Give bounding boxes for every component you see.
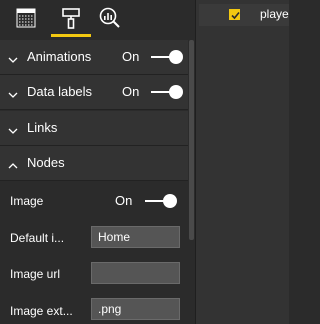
chevron-down-icon — [8, 123, 18, 134]
field-list-item[interactable]: playe — [199, 4, 289, 26]
visualizations-pane: Animations On Data labels On Links Nodes… — [0, 0, 196, 324]
toggle-state-label: On — [122, 49, 140, 64]
fields-icon — [15, 7, 37, 29]
section-label: Animations — [27, 49, 92, 64]
default-image-label: Default i... — [10, 231, 65, 245]
pane-scrollbar[interactable] — [188, 38, 195, 324]
toggle-state-label: On — [115, 193, 133, 208]
section-links[interactable]: Links — [0, 111, 188, 146]
section-label: Nodes — [27, 155, 65, 170]
checkbox-checked-icon[interactable] — [229, 9, 240, 20]
image-url-label: Image url — [10, 267, 61, 281]
chevron-down-icon — [8, 52, 18, 63]
analytics-icon — [98, 6, 122, 30]
format-paint-icon — [60, 7, 82, 29]
image-url-field[interactable] — [91, 262, 180, 284]
image-extension-label: Image ext... — [10, 304, 73, 318]
toggle-state-label: On — [122, 84, 140, 99]
section-nodes[interactable]: Nodes — [0, 146, 188, 181]
image-label: Image — [10, 194, 44, 208]
data-labels-toggle[interactable] — [151, 85, 183, 99]
fields-pane: playe — [196, 0, 289, 324]
section-data-labels[interactable]: Data labels On — [0, 75, 188, 110]
image-toggle[interactable] — [145, 194, 177, 208]
tab-analytics[interactable] — [92, 0, 128, 36]
pane-tabbar — [0, 0, 196, 38]
tab-fields[interactable] — [8, 0, 44, 36]
animations-toggle[interactable] — [151, 50, 183, 64]
image-extension-field[interactable]: .png — [91, 298, 180, 320]
section-animations[interactable]: Animations On — [0, 40, 188, 75]
active-tab-indicator — [51, 34, 91, 37]
section-label: Data labels — [27, 84, 93, 99]
field-name: playe — [260, 7, 289, 21]
chevron-up-icon — [8, 158, 18, 169]
scrollbar-thumb[interactable] — [189, 40, 194, 240]
tab-format[interactable] — [53, 0, 89, 36]
default-image-field[interactable]: Home — [91, 226, 180, 248]
chevron-down-icon — [8, 87, 18, 98]
section-label: Links — [27, 120, 58, 135]
